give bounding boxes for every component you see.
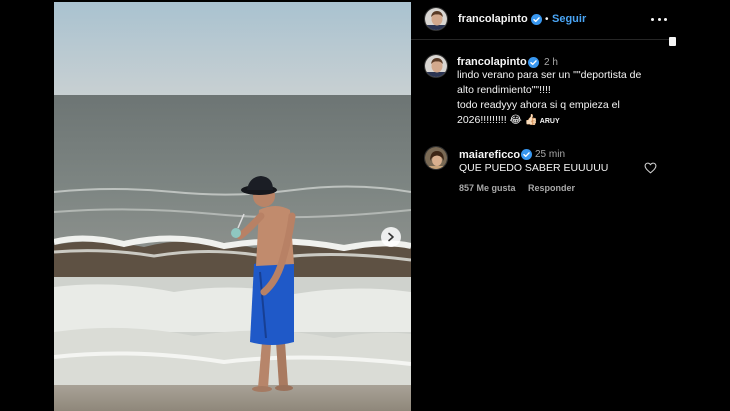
next-photo-button[interactable] <box>381 227 401 247</box>
avatar[interactable] <box>424 7 448 31</box>
caption-line-last: 2026!!!!!!!!! 😂 👍🏻 ARUY <box>457 113 669 129</box>
header-username[interactable]: francolapinto <box>458 13 528 25</box>
comment-text: QUE PUEDO SABER EUUUUU <box>459 162 609 174</box>
caption-tag: ARUY <box>539 118 560 125</box>
chevron-right-icon <box>388 232 394 242</box>
avatar-image <box>425 8 447 30</box>
reply-button[interactable]: Responder <box>528 183 575 193</box>
scrollbar-thumb[interactable] <box>669 37 676 46</box>
caption-line: lindo verano para ser un ""deportista de <box>457 69 642 81</box>
beach-photo <box>54 2 411 411</box>
caption-line: todo readyyy ahora si q empieza el <box>457 99 620 111</box>
heart-icon[interactable] <box>644 162 657 174</box>
verified-badge-icon <box>521 149 532 160</box>
post-side-panel: francolapinto • Seguir francolapinto 2 h… <box>411 0 676 411</box>
caption-avatar[interactable] <box>424 54 448 78</box>
avatar-image <box>425 147 447 169</box>
post-time: 2 h <box>544 57 558 68</box>
comment-likes[interactable]: 857 Me gusta <box>459 183 516 193</box>
post-header: francolapinto • Seguir <box>411 0 676 40</box>
verified-badge-icon <box>528 57 539 68</box>
post-photo <box>54 2 411 411</box>
comment-avatar[interactable] <box>424 146 448 170</box>
comment-time: 25 min <box>535 149 566 160</box>
post-caption: lindo verano para ser un ""deportista de… <box>457 68 669 129</box>
caption-line: 2026!!!!!!!!! 😂 👍🏻 <box>457 114 538 126</box>
caption-username[interactable]: francolapinto <box>457 56 527 68</box>
verified-badge-icon <box>531 14 542 25</box>
comment-username[interactable]: maiareficco <box>459 149 520 161</box>
caption-line: alto rendimiento""!!!! <box>457 84 551 96</box>
more-options-icon[interactable] <box>651 12 667 26</box>
avatar-image <box>425 55 447 77</box>
follow-button[interactable]: Seguir <box>552 13 586 25</box>
separator-dot: • <box>545 14 549 25</box>
